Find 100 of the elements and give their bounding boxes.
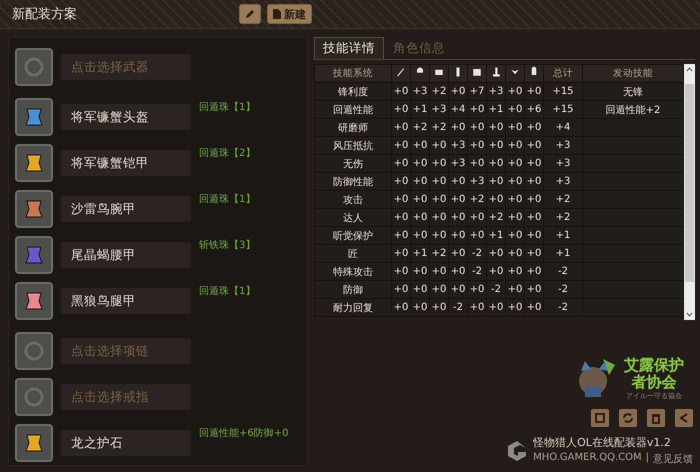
slot-frame[interactable] <box>15 144 53 182</box>
value-cell: +3 <box>468 173 486 190</box>
value-cell: +0 <box>449 173 467 190</box>
column-header: 技能系统 <box>315 65 391 82</box>
pencil-icon <box>245 9 255 19</box>
value-cell: +0 <box>411 137 429 154</box>
value-cell: +0 <box>430 209 448 226</box>
refresh-button[interactable] <box>619 409 637 427</box>
value-cell: +0 <box>392 299 410 316</box>
document-icon <box>273 9 281 19</box>
value-cell: +0 <box>506 119 524 136</box>
value-cell: +0 <box>392 137 410 154</box>
value-cell: +0 <box>449 227 467 244</box>
equipment-name[interactable]: 将军镰蟹铠甲 <box>61 150 191 176</box>
equipment-name[interactable]: 将军镰蟹头盔 <box>61 104 191 130</box>
value-cell: +0 <box>468 119 486 136</box>
value-cell: +0 <box>411 263 429 280</box>
value-cell: +0 <box>411 155 429 172</box>
value-cell: +0 <box>525 137 543 154</box>
value-cell: +0 <box>487 173 505 190</box>
slot-frame[interactable] <box>15 98 53 136</box>
value-cell: +0 <box>411 191 429 208</box>
value-cell: -2 <box>468 263 486 280</box>
value-cell: +0 <box>487 245 505 262</box>
value-cell: +0 <box>506 101 524 118</box>
gem-text: 回遁珠【1】 <box>199 192 256 206</box>
tab[interactable]: 技能详情 <box>314 37 384 59</box>
scrollbar[interactable] <box>684 64 695 320</box>
total-cell: +1 <box>544 245 582 262</box>
value-cell: +4 <box>449 101 467 118</box>
value-cell: +0 <box>525 155 543 172</box>
value-cell: +0 <box>487 137 505 154</box>
share-button[interactable] <box>675 409 693 427</box>
delete-button[interactable] <box>647 409 665 427</box>
scroll-up-icon[interactable] <box>686 67 694 72</box>
equipment-name[interactable]: 黑狼鸟腿甲 <box>61 288 191 314</box>
value-cell: +0 <box>468 209 486 226</box>
value-cell: +0 <box>487 263 505 280</box>
column-header: 总计 <box>544 65 582 82</box>
total-cell: +15 <box>544 83 582 100</box>
value-cell: +3 <box>430 101 448 118</box>
total-cell: -2 <box>544 281 582 298</box>
value-cell: +0 <box>506 173 524 190</box>
equipment-name[interactable]: 沙雷鸟腕甲 <box>61 196 191 222</box>
slot-frame[interactable] <box>15 282 53 320</box>
slot-frame[interactable] <box>15 190 53 228</box>
value-cell: +1 <box>411 101 429 118</box>
value-cell: +0 <box>525 173 543 190</box>
edit-button[interactable] <box>239 4 261 24</box>
slot-frame[interactable] <box>15 424 53 462</box>
skill-cell: 锋利度 <box>315 83 391 100</box>
value-cell: +0 <box>392 245 410 262</box>
value-cell: +0 <box>506 83 524 100</box>
total-cell: +3 <box>544 137 582 154</box>
value-cell: +0 <box>392 227 410 244</box>
value-cell: +0 <box>525 263 543 280</box>
skill-cell: 风压抵抗 <box>315 137 391 154</box>
skill-cell: 研磨师 <box>315 119 391 136</box>
skill-cell: 匠 <box>315 245 391 262</box>
value-cell: +0 <box>525 83 543 100</box>
feedback-link[interactable]: 意见反馈 <box>653 452 693 466</box>
skill-cell: 回遁性能 <box>315 101 391 118</box>
new-button[interactable]: 新建 <box>267 4 312 24</box>
total-cell: +15 <box>544 101 582 118</box>
scroll-down-icon[interactable] <box>686 312 694 317</box>
value-cell: +0 <box>525 209 543 226</box>
separator: | <box>646 452 649 465</box>
value-cell: +0 <box>430 173 448 190</box>
value-cell: +0 <box>392 83 410 100</box>
equipment-name[interactable]: 龙之护石 <box>61 430 191 456</box>
slot-frame[interactable] <box>15 236 53 274</box>
value-cell: +0 <box>506 299 524 316</box>
value-cell: +0 <box>430 227 448 244</box>
active-skill-cell: 回遁性能+2 <box>583 101 684 118</box>
value-cell: +0 <box>468 281 486 298</box>
value-cell: +2 <box>430 83 448 100</box>
value-cell: +0 <box>468 101 486 118</box>
value-cell: +7 <box>468 83 486 100</box>
logo-icon <box>507 440 528 462</box>
value-cell: -2 <box>487 281 505 298</box>
active-skill-cell: 无锋 <box>583 83 684 100</box>
value-cell: +2 <box>430 119 448 136</box>
value-cell: +0 <box>525 281 543 298</box>
value-cell: +0 <box>392 263 410 280</box>
value-cell: +2 <box>468 191 486 208</box>
plan-title: 新配装方案 <box>12 6 77 23</box>
site-address: MHO.GAMER.QQ.COM <box>533 452 642 465</box>
value-cell: +0 <box>449 281 467 298</box>
gem-text: 回遁性能+6防御+0 <box>199 426 288 440</box>
equipment-name[interactable]: 尾晶蝎腰甲 <box>61 242 191 268</box>
value-cell: +3 <box>449 155 467 172</box>
value-cell: +0 <box>487 155 505 172</box>
value-cell: +0 <box>506 227 524 244</box>
value-cell: +0 <box>392 119 410 136</box>
value-cell: +0 <box>449 83 467 100</box>
refresh-icon <box>622 412 634 424</box>
value-cell: +0 <box>411 173 429 190</box>
column-header: 发动技能 <box>583 65 684 82</box>
print-button[interactable] <box>591 409 609 427</box>
value-cell: +2 <box>430 245 448 262</box>
